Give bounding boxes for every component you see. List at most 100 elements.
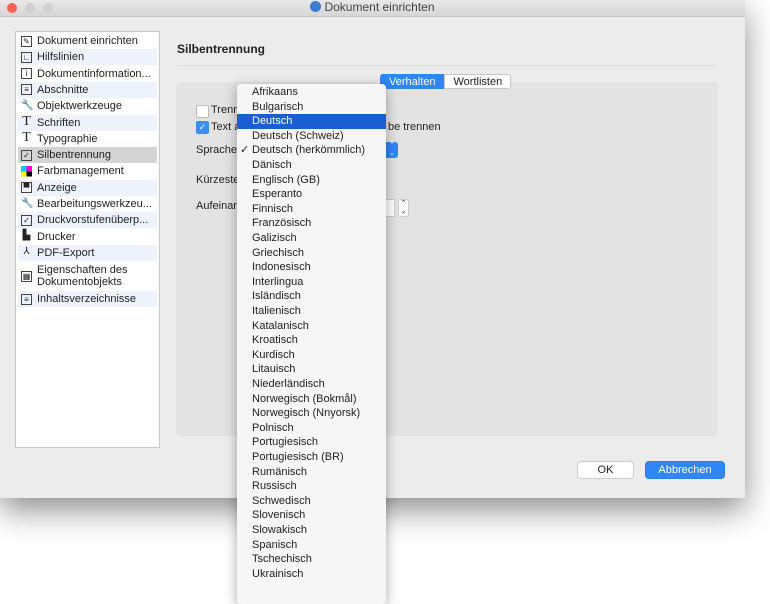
guides-icon: ∟ [21, 51, 32, 63]
menu-item[interactable]: Englisch (GB) [237, 173, 386, 188]
sidebar-item[interactable]: T Schriften [18, 114, 157, 131]
display-icon: ▀ [21, 182, 32, 194]
app-icon [310, 1, 322, 12]
menu-item[interactable]: Litauisch [237, 362, 386, 377]
wrench-icon: 🔧 [21, 99, 34, 111]
sidebar-item[interactable]: 🔧 Bearbeitungswerkzeu... [18, 196, 157, 212]
sidebar-item-label: Druckvorstufenüberp... [37, 214, 149, 227]
sidebar-item-label: Typographie [37, 132, 98, 145]
menu-item[interactable]: Slovenisch [237, 508, 386, 523]
sidebar-item-label: Dokument einrichten [37, 35, 138, 47]
sidebar-item[interactable]: ✎ Dokument einrichten [18, 33, 157, 49]
sidebar-item-label: Inhaltsverzeichnisse [37, 293, 137, 306]
sidebar-item[interactable]: ⅄ PDF-Export [18, 244, 157, 261]
sidebar-item-label: Eigenschaften des Dokumentobjekts [37, 264, 128, 289]
checkmark-icon: ✓ [240, 144, 250, 157]
sidebar-item-label: Bearbeitungswerkzeu... [37, 198, 152, 210]
menu-item[interactable]: Kurdisch [237, 348, 386, 363]
menu-item[interactable]: Katalanisch [237, 319, 386, 334]
sidebar-item[interactable]: ▀ Anzeige [18, 179, 157, 196]
sidebar-item[interactable]: ▦ Eigenschaften des Dokumentobjekts [18, 261, 157, 291]
language-popup-stepper[interactable]: ⌃ ⌄ [386, 142, 398, 158]
close-button[interactable] [7, 3, 17, 13]
minimize-button[interactable] [25, 3, 35, 13]
info-icon: i [21, 68, 32, 80]
sidebar-item[interactable]: ≡ Abschnitte [18, 81, 157, 98]
page-title: Silbentrennung [177, 42, 265, 56]
menu-item[interactable]: Polnisch [237, 421, 386, 436]
sidebar-item[interactable]: ▙ Drucker [18, 229, 157, 245]
menu-item[interactable]: Portugiesisch [237, 435, 386, 450]
typography-icon: T [22, 130, 31, 146]
aufeinan-label: Aufeinan [196, 200, 240, 212]
sidebar-item-label: Abschnitte [37, 83, 89, 96]
menu-item[interactable]: Galizisch [237, 231, 386, 246]
sidebar-item[interactable]: ∟ Hilfslinien [18, 49, 157, 66]
color-icon [21, 165, 32, 177]
sidebar-item[interactable]: ✓ Silbentrennung [18, 147, 157, 164]
sidebar: ✎ Dokument einrichten ∟ Hilfslinien i Dokumen… [15, 31, 160, 448]
toc-icon: ≡ [21, 293, 32, 305]
cancel-button[interactable]: Abbrechen [645, 461, 725, 479]
sidebar-item[interactable]: T Typographie [18, 131, 157, 147]
tab-verhalten[interactable]: Verhalten [380, 74, 445, 89]
menu-item[interactable]: Afrikaans [237, 85, 386, 100]
trenn-label: Trenn [211, 104, 240, 116]
wrench-icon: 🔧 [21, 197, 34, 209]
trenn-checkbox[interactable] [196, 105, 209, 118]
menu-item[interactable]: Rumänisch [237, 465, 386, 480]
menu-item[interactable]: Französisch [237, 216, 386, 231]
sections-icon: ≡ [21, 84, 32, 96]
sprache-label: Sprache: [196, 144, 241, 156]
menu-item[interactable]: Deutsch (herkömmlich) [237, 143, 386, 158]
document-setup-icon: ✎ [21, 35, 32, 47]
language-dropdown-menu: Afrikaans Bulgarisch Deutsch Deutsch (Schwe… [237, 84, 386, 604]
sidebar-item-label: Schriften [37, 116, 81, 129]
menu-item[interactable]: Deutsch (Schweiz) [237, 129, 386, 144]
menu-item[interactable]: Dänisch [237, 158, 386, 173]
menu-item[interactable]: Interlingua [237, 275, 386, 290]
menu-item[interactable]: Spanisch [237, 538, 386, 553]
menu-item[interactable]: Norwegisch (Nnyorsk) [237, 406, 386, 421]
menu-item[interactable]: Deutsch [237, 114, 386, 129]
menu-item[interactable]: Indonesisch [237, 260, 386, 275]
printer-icon: ▙ [22, 230, 31, 242]
menu-item[interactable]: Tschechisch [237, 552, 386, 567]
title-bar: Dokument einrichten [0, 0, 745, 17]
checkbox-icon: ✓ [21, 214, 32, 226]
menu-item[interactable]: Niederländisch [237, 377, 386, 392]
aufeinan-stepper[interactable]: ⌃ ⌄ [398, 199, 409, 217]
sidebar-item-label: PDF-Export [37, 246, 95, 259]
menu-item[interactable]: Isländisch [237, 289, 386, 304]
sidebar-item-label: Silbentrennung [37, 149, 112, 162]
menu-item[interactable]: Griechisch [237, 246, 386, 261]
tab-wortlisten[interactable]: Wortlisten [444, 74, 512, 89]
menu-item[interactable]: Esperanto [237, 187, 386, 202]
menu-item[interactable]: Slowakisch [237, 523, 386, 538]
ok-button[interactable]: OK [577, 461, 634, 479]
aufeinan-input[interactable] [386, 199, 395, 217]
menu-item[interactable]: Ukrainisch [237, 567, 386, 582]
text-label-end: be trennen [388, 121, 441, 133]
menu-item[interactable]: Bulgarisch [237, 100, 386, 115]
sidebar-item[interactable]: ≡ Inhaltsverzeichnisse [18, 291, 157, 308]
menu-item[interactable]: Italienisch [237, 304, 386, 319]
font-icon: T [22, 114, 31, 129]
menu-item[interactable]: Kroatisch [237, 333, 386, 348]
menu-item[interactable]: Norwegisch (Bokmål) [237, 392, 386, 407]
menu-item[interactable]: Portugiesisch (BR) [237, 450, 386, 465]
sidebar-item[interactable]: ✓ Druckvorstufenüberp... [18, 212, 157, 229]
properties-icon: ▦ [21, 270, 32, 282]
sidebar-item[interactable]: Farbmanagement [18, 163, 157, 179]
sidebar-item-label: Dokumentinformation... [37, 67, 151, 80]
zoom-button[interactable] [43, 3, 53, 13]
sidebar-item[interactable]: 🔧 Objektwerkzeuge [18, 98, 157, 114]
text-checkbox[interactable]: ✓ [196, 121, 209, 134]
menu-item[interactable]: Russisch [237, 479, 386, 494]
menu-item[interactable]: Schwedisch [237, 494, 386, 509]
menu-item[interactable]: Finnisch [237, 202, 386, 217]
window-title: Dokument einrichten [324, 0, 435, 14]
sidebar-item-label: Hilfslinien [37, 51, 85, 64]
tab-bar: Verhalten Wortlisten [380, 74, 512, 89]
sidebar-item[interactable]: i Dokumentinformation... [18, 66, 157, 82]
